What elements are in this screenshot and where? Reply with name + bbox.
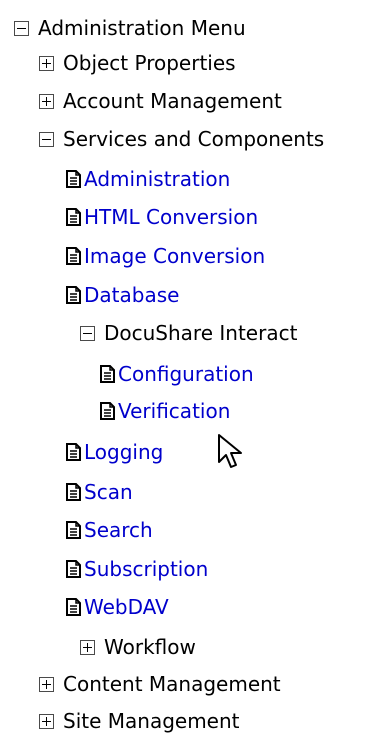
tree-node-object-properties[interactable]: Object Properties	[39, 48, 236, 78]
database-link[interactable]: Database	[84, 283, 179, 307]
document-icon	[66, 247, 81, 265]
document-icon	[66, 560, 81, 578]
tree-link-webdav[interactable]: WebDAV	[66, 592, 169, 622]
expand-icon[interactable]	[39, 676, 54, 692]
configuration-link[interactable]: Configuration	[118, 362, 254, 386]
expand-icon[interactable]	[80, 639, 95, 655]
html-conversion-link[interactable]: HTML Conversion	[84, 205, 258, 229]
tree-link-html-conversion[interactable]: HTML Conversion	[66, 202, 258, 232]
tree-link-administration[interactable]: Administration	[66, 164, 230, 194]
tree-node-label: Administration Menu	[38, 16, 246, 40]
tree-node-workflow[interactable]: Workflow	[80, 632, 196, 662]
document-icon	[66, 286, 81, 304]
tree-node-label: DocuShare Interact	[104, 321, 298, 345]
collapse-icon[interactable]	[39, 131, 54, 147]
webdav-link[interactable]: WebDAV	[84, 595, 169, 619]
tree-node-label: Site Management	[63, 709, 240, 733]
expand-icon[interactable]	[39, 55, 54, 71]
tree-link-scan[interactable]: Scan	[66, 477, 133, 507]
tree-link-subscription[interactable]: Subscription	[66, 554, 208, 584]
tree-node-site-management[interactable]: Site Management	[39, 706, 240, 736]
tree-link-database[interactable]: Database	[66, 280, 179, 310]
tree-node-account-management[interactable]: Account Management	[39, 86, 282, 116]
tree-node-content-management[interactable]: Content Management	[39, 669, 281, 699]
document-icon	[66, 598, 81, 616]
search-link[interactable]: Search	[84, 518, 153, 542]
logging-link[interactable]: Logging	[84, 440, 163, 464]
tree-node-label: Services and Components	[63, 127, 325, 151]
tree-link-logging[interactable]: Logging	[66, 437, 163, 467]
document-icon	[100, 402, 115, 420]
document-icon	[66, 208, 81, 226]
subscription-link[interactable]: Subscription	[84, 557, 208, 581]
tree-node-docushare-interact[interactable]: DocuShare Interact	[80, 318, 297, 348]
document-icon	[66, 170, 81, 188]
expand-icon[interactable]	[39, 93, 54, 109]
collapse-icon[interactable]	[14, 20, 29, 36]
tree-link-search[interactable]: Search	[66, 515, 153, 545]
mouse-cursor-icon	[218, 434, 242, 468]
tree-link-image-conversion[interactable]: Image Conversion	[66, 241, 265, 271]
document-icon	[66, 521, 81, 539]
document-icon	[100, 365, 115, 383]
tree-link-configuration[interactable]: Configuration	[100, 359, 254, 389]
administration-link[interactable]: Administration	[84, 167, 230, 191]
tree-node-label: Workflow	[104, 635, 196, 659]
image-conversion-link[interactable]: Image Conversion	[84, 244, 265, 268]
document-icon	[66, 443, 81, 461]
tree-node-services-and-components[interactable]: Services and Components	[39, 124, 324, 154]
tree-node-administration-menu[interactable]: Administration Menu	[14, 13, 246, 43]
collapse-icon[interactable]	[80, 325, 95, 341]
tree-node-label: Account Management	[63, 89, 282, 113]
verification-link[interactable]: Verification	[118, 399, 230, 423]
document-icon	[66, 483, 81, 501]
administration-tree: Administration Menu Object Properties Ac…	[0, 0, 380, 738]
tree-link-verification[interactable]: Verification	[100, 396, 230, 426]
scan-link[interactable]: Scan	[84, 480, 133, 504]
expand-icon[interactable]	[39, 713, 54, 729]
tree-node-label: Content Management	[63, 672, 281, 696]
tree-node-label: Object Properties	[63, 51, 236, 75]
